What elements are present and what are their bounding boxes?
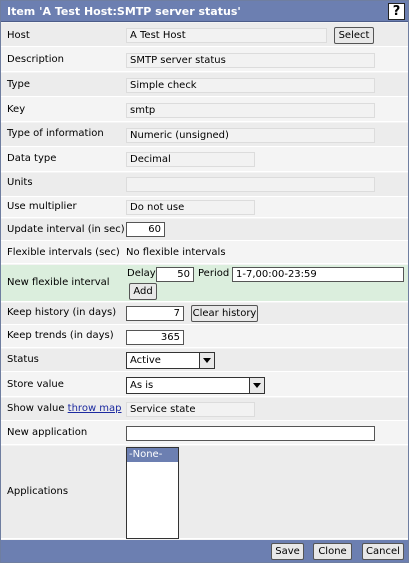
row-use-multiplier: Use multiplier Do not use xyxy=(1,198,408,218)
use-multiplier-field: Do not use xyxy=(126,200,255,215)
status-label: Status xyxy=(7,354,39,365)
row-update-interval: Update interval (in sec) 60 xyxy=(1,219,408,241)
row-type: Type Simple check xyxy=(1,73,408,97)
keep-history-input[interactable]: 7 xyxy=(126,306,184,321)
new-application-input[interactable] xyxy=(126,426,375,441)
show-value-label: Show value throw map xyxy=(7,402,122,416)
save-button[interactable]: Save xyxy=(271,543,304,560)
show-value-field: Service state xyxy=(126,402,255,417)
row-description: Description SMTP server status xyxy=(1,48,408,72)
store-value-select-value: As is xyxy=(130,380,154,391)
row-host: Host A Test Host Select xyxy=(1,23,408,47)
row-status: Status Active xyxy=(1,349,408,372)
row-flexible-intervals: Flexible intervals (sec) No flexible int… xyxy=(1,242,408,264)
row-show-value: Show value throw map Service state xyxy=(1,398,408,421)
flexible-intervals-value: No flexible intervals xyxy=(126,247,226,258)
key-label: Key xyxy=(7,104,26,115)
update-interval-input[interactable]: 60 xyxy=(126,222,165,237)
store-value-select[interactable]: As is xyxy=(126,377,265,394)
new-flexible-interval-label: New flexible interval xyxy=(7,277,110,288)
row-keep-trends: Keep trends (in days) 365 xyxy=(1,326,408,348)
data-type-label: Data type xyxy=(7,153,57,164)
throw-map-link[interactable]: throw map xyxy=(68,403,122,414)
chevron-down-icon xyxy=(199,353,214,368)
chevron-down-icon xyxy=(249,378,264,393)
period-input[interactable]: 1-7,00:00-23:59 xyxy=(232,267,404,282)
description-label: Description xyxy=(7,54,64,65)
type-label: Type xyxy=(7,79,30,90)
applications-listbox[interactable]: -None- xyxy=(126,447,179,539)
store-value-label: Store value xyxy=(7,379,64,390)
window-titlebar: Item 'A Test Host:SMTP server status' ? xyxy=(1,1,408,22)
description-field: SMTP server status xyxy=(126,53,375,68)
row-new-application: New application xyxy=(1,422,408,445)
footer-bar: Save Clone Cancel xyxy=(1,540,408,562)
row-data-type: Data type Decimal xyxy=(1,148,408,172)
row-units: Units xyxy=(1,173,408,197)
applications-label: Applications xyxy=(7,486,69,497)
row-store-value: Store value As is xyxy=(1,373,408,397)
status-select-value: Active xyxy=(130,355,161,366)
window-title: Item 'A Test Host:SMTP server status' xyxy=(7,5,241,18)
help-button[interactable]: ? xyxy=(388,3,405,20)
delay-input[interactable]: 50 xyxy=(156,267,194,282)
units-label: Units xyxy=(7,177,33,188)
host-field: A Test Host xyxy=(126,28,327,43)
cancel-button[interactable]: Cancel xyxy=(362,543,404,560)
use-multiplier-label: Use multiplier xyxy=(7,201,77,212)
data-type-field: Decimal xyxy=(126,152,255,167)
keep-trends-label: Keep trends (in days) xyxy=(7,330,114,341)
type-of-information-label: Type of information xyxy=(7,128,104,139)
clear-history-button[interactable]: Clear history xyxy=(191,305,258,322)
row-new-flexible-interval: New flexible interval Delay 50 Period 1-… xyxy=(1,265,408,302)
add-interval-button[interactable]: Add xyxy=(129,283,157,300)
item-window: Item 'A Test Host:SMTP server status' ? … xyxy=(0,0,409,563)
flexible-intervals-label: Flexible intervals (sec) xyxy=(7,247,120,258)
period-label: Period xyxy=(198,268,230,279)
update-interval-label: Update interval (in sec) xyxy=(7,224,125,235)
keep-history-label: Keep history (in days) xyxy=(7,307,117,318)
row-key: Key smtp xyxy=(1,98,408,122)
row-type-of-information: Type of information Numeric (unsigned) xyxy=(1,123,408,147)
keep-trends-input[interactable]: 365 xyxy=(126,330,184,345)
key-field: smtp xyxy=(126,103,375,118)
show-value-label-text: Show value xyxy=(7,403,65,414)
row-keep-history: Keep history (in days) 7 Clear history xyxy=(1,303,408,325)
row-applications: Applications -None- xyxy=(1,446,408,539)
new-application-label: New application xyxy=(7,427,88,438)
applications-option-none[interactable]: -None- xyxy=(127,448,178,462)
host-select-button[interactable]: Select xyxy=(334,27,374,44)
type-of-information-field: Numeric (unsigned) xyxy=(126,128,375,143)
clone-button[interactable]: Clone xyxy=(313,543,352,560)
units-field xyxy=(126,177,375,192)
host-label: Host xyxy=(7,30,30,41)
type-field: Simple check xyxy=(126,78,375,93)
status-select[interactable]: Active xyxy=(126,352,215,369)
delay-label: Delay xyxy=(127,268,156,279)
